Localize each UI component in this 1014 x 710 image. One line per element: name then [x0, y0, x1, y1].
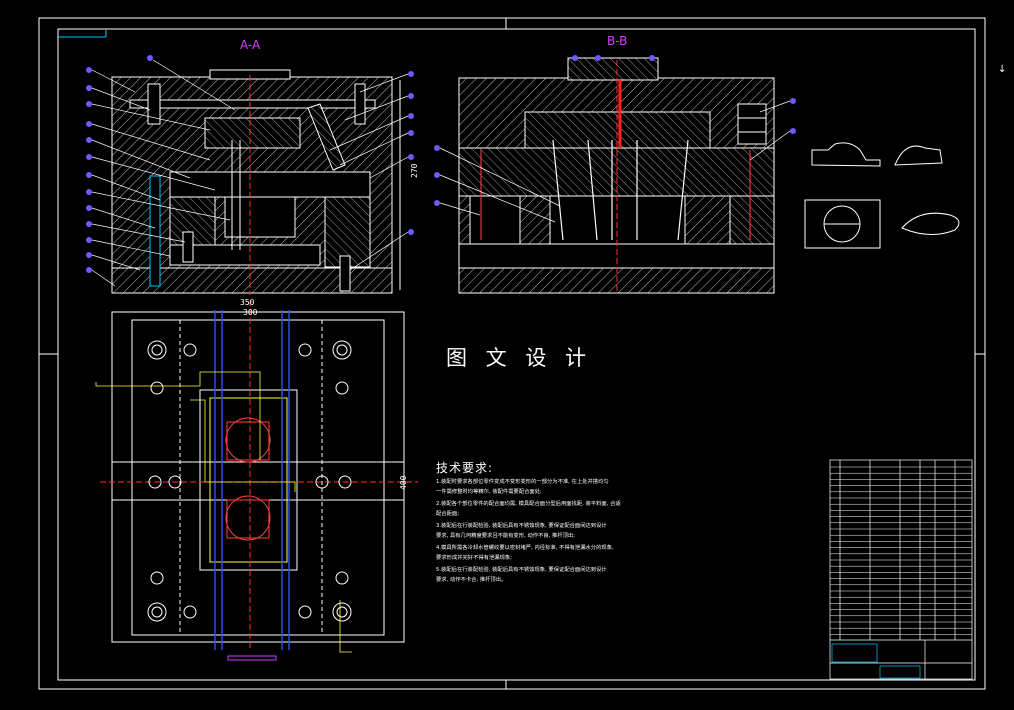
- requirement-line: 4.模具所需各冷却水管螺纹要以密封堵严, 内径标准, 不得有泄漏水分的现象,: [436, 545, 614, 551]
- requirement-line: 2.装配各个部位零件的配合面均需, 模具配合面分型后用面找距, 装平料面, 合适: [436, 501, 621, 507]
- parts-list-table: [829, 459, 973, 680]
- section-aa-view: [86, 55, 414, 295]
- requirement-line: 要求, 具有几何精度要求且不能有变形, 动作不良, 推杆顶出;: [436, 533, 576, 539]
- plan-height-dimension: 400: [399, 475, 408, 490]
- requirement-line: 3.装配后在行装配检验, 装配后具有不锈蚀现象, 要保证配合面间达到设计: [436, 523, 607, 529]
- requirement-line: 要求, 动作不卡合, 推杆顶出。: [436, 577, 507, 583]
- center-title: 图 文 设 计: [446, 346, 593, 370]
- section-bb-label: B-B: [607, 34, 628, 48]
- requirement-line: 1.装配时要求各部位零件变成不变形变形的一部分为不准, 在上处并搭均匀: [436, 479, 609, 485]
- requirements-title: 技术要求:: [436, 461, 494, 475]
- aa-height-dimension: 270: [410, 163, 419, 178]
- requirement-line: 5.装配后在行装配检验, 装配后具有不锈蚀现象, 要保证配合面间达到设计: [436, 567, 607, 573]
- svg-text:↓: ↓: [998, 64, 1006, 75]
- plan-width-dimension: 300: [243, 308, 258, 317]
- parts-list-rows: [830, 466, 972, 635]
- title-block-marks: [831, 643, 921, 679]
- section-bb-view: [434, 55, 796, 294]
- requirement-line: 配合距面;: [436, 511, 459, 517]
- plan-width-top-dimension: 350: [240, 298, 255, 307]
- plan-view: [95, 300, 418, 661]
- section-aa-label: A-A: [240, 38, 261, 52]
- requirement-line: 一件需修整时均等精尔, 装配件需要配合面处;: [436, 489, 542, 495]
- requirement-line: 要求形成并完好不得有泄漏现象;: [436, 555, 512, 561]
- part-sketches: [804, 142, 960, 249]
